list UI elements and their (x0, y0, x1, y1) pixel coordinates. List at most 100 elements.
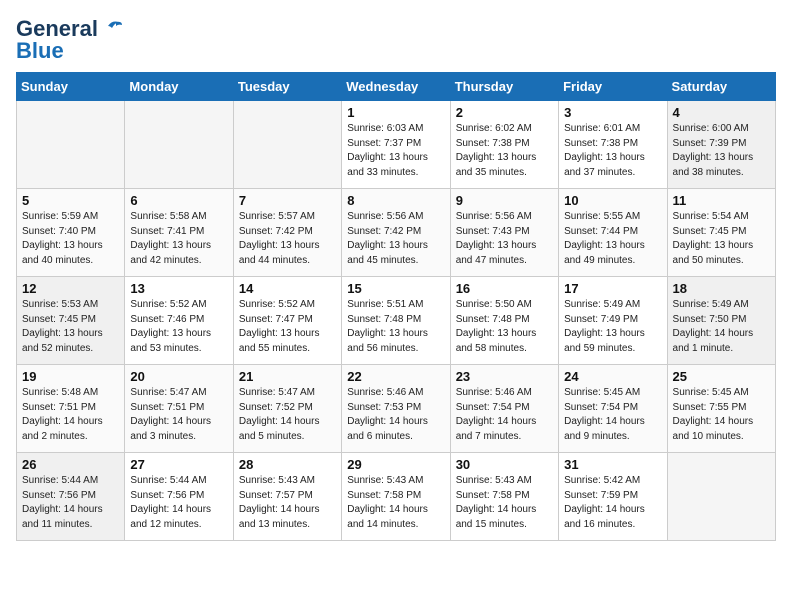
calendar-cell: 22 Sunrise: 5:46 AM Sunset: 7:53 PM Dayli… (342, 365, 450, 453)
calendar-cell: 26 Sunrise: 5:44 AM Sunset: 7:56 PM Dayli… (17, 453, 125, 541)
day-info: Sunrise: 5:59 AM Sunset: 7:40 PM Dayligh… (22, 210, 119, 268)
calendar-cell: 11Sunrise: 5:54 AM Sunset: 7:45 PM Dayli… (667, 189, 775, 277)
day-info: Sunrise: 5:54 AM Sunset: 7:45 PM Dayligh… (673, 210, 770, 268)
logo: General Blue (16, 16, 122, 64)
day-number: 14 (239, 281, 336, 296)
day-number: 18 (673, 281, 770, 296)
day-number: 4 (673, 105, 770, 120)
calendar-cell: 18 Sunrise: 5:49 AM Sunset: 7:50 PM Dayli… (667, 277, 775, 365)
calendar-cell: 24 Sunrise: 5:45 AM Sunset: 7:54 PM Dayli… (559, 365, 667, 453)
calendar-cell: 6 Sunrise: 5:58 AM Sunset: 7:41 PM Daylig… (125, 189, 233, 277)
calendar-cell: 9 Sunrise: 5:56 AM Sunset: 7:43 PM Daylig… (450, 189, 558, 277)
calendar-cell: 3 Sunrise: 6:01 AM Sunset: 7:38 PM Daylig… (559, 101, 667, 189)
calendar-cell (17, 101, 125, 189)
day-info: Sunrise: 5:43 AM Sunset: 7:58 PM Dayligh… (347, 474, 444, 532)
day-info: Sunrise: 5:48 AM Sunset: 7:51 PM Dayligh… (22, 386, 119, 444)
logo-blue: Blue (16, 38, 64, 64)
day-number: 19 (22, 369, 119, 384)
day-info: Sunrise: 6:00 AM Sunset: 7:39 PM Dayligh… (673, 122, 770, 180)
day-info: Sunrise: 5:46 AM Sunset: 7:54 PM Dayligh… (456, 386, 553, 444)
day-number: 9 (456, 193, 553, 208)
day-info: Sunrise: 5:50 AM Sunset: 7:48 PM Dayligh… (456, 298, 553, 356)
day-info: Sunrise: 5:43 AM Sunset: 7:58 PM Dayligh… (456, 474, 553, 532)
calendar-cell: 15 Sunrise: 5:51 AM Sunset: 7:48 PM Dayli… (342, 277, 450, 365)
day-info: Sunrise: 5:58 AM Sunset: 7:41 PM Dayligh… (130, 210, 227, 268)
calendar-cell: 14 Sunrise: 5:52 AM Sunset: 7:47 PM Dayli… (233, 277, 341, 365)
calendar-cell: 10 Sunrise: 5:55 AM Sunset: 7:44 PM Dayli… (559, 189, 667, 277)
calendar-cell: 4 Sunrise: 6:00 AM Sunset: 7:39 PM Daylig… (667, 101, 775, 189)
calendar-cell: 1Sunrise: 6:03 AM Sunset: 7:37 PM Daylig… (342, 101, 450, 189)
day-info: Sunrise: 5:51 AM Sunset: 7:48 PM Dayligh… (347, 298, 444, 356)
day-number: 3 (564, 105, 661, 120)
day-info: Sunrise: 5:55 AM Sunset: 7:44 PM Dayligh… (564, 210, 661, 268)
day-info: Sunrise: 5:44 AM Sunset: 7:56 PM Dayligh… (22, 474, 119, 532)
logo-bird-icon (100, 20, 122, 38)
day-number: 21 (239, 369, 336, 384)
day-info: Sunrise: 5:53 AM Sunset: 7:45 PM Dayligh… (22, 298, 119, 356)
day-info: Sunrise: 5:56 AM Sunset: 7:42 PM Dayligh… (347, 210, 444, 268)
calendar-cell: 12 Sunrise: 5:53 AM Sunset: 7:45 PM Dayli… (17, 277, 125, 365)
day-number: 6 (130, 193, 227, 208)
day-info: Sunrise: 6:02 AM Sunset: 7:38 PM Dayligh… (456, 122, 553, 180)
day-number: 23 (456, 369, 553, 384)
calendar-table: SundayMondayTuesdayWednesdayThursdayFrid… (16, 72, 776, 541)
calendar-cell: 31Sunrise: 5:42 AM Sunset: 7:59 PM Dayli… (559, 453, 667, 541)
day-number: 16 (456, 281, 553, 296)
day-number: 24 (564, 369, 661, 384)
col-header-friday: Friday (559, 73, 667, 101)
calendar-cell (233, 101, 341, 189)
calendar-header-row: SundayMondayTuesdayWednesdayThursdayFrid… (17, 73, 776, 101)
day-info: Sunrise: 5:46 AM Sunset: 7:53 PM Dayligh… (347, 386, 444, 444)
col-header-monday: Monday (125, 73, 233, 101)
col-header-saturday: Saturday (667, 73, 775, 101)
calendar-cell: 17Sunrise: 5:49 AM Sunset: 7:49 PM Dayli… (559, 277, 667, 365)
day-info: Sunrise: 5:49 AM Sunset: 7:50 PM Dayligh… (673, 298, 770, 356)
day-number: 5 (22, 193, 119, 208)
calendar-cell: 20 Sunrise: 5:47 AM Sunset: 7:51 PM Dayli… (125, 365, 233, 453)
day-number: 26 (22, 457, 119, 472)
day-number: 13 (130, 281, 227, 296)
calendar-cell: 16 Sunrise: 5:50 AM Sunset: 7:48 PM Dayli… (450, 277, 558, 365)
day-number: 29 (347, 457, 444, 472)
calendar-week-row: 1Sunrise: 6:03 AM Sunset: 7:37 PM Daylig… (17, 101, 776, 189)
page-header: General Blue (16, 16, 776, 64)
col-header-sunday: Sunday (17, 73, 125, 101)
calendar-week-row: 12 Sunrise: 5:53 AM Sunset: 7:45 PM Dayli… (17, 277, 776, 365)
day-number: 10 (564, 193, 661, 208)
day-info: Sunrise: 5:47 AM Sunset: 7:52 PM Dayligh… (239, 386, 336, 444)
col-header-tuesday: Tuesday (233, 73, 341, 101)
day-number: 25 (673, 369, 770, 384)
day-number: 22 (347, 369, 444, 384)
day-info: Sunrise: 5:52 AM Sunset: 7:47 PM Dayligh… (239, 298, 336, 356)
day-info: Sunrise: 5:56 AM Sunset: 7:43 PM Dayligh… (456, 210, 553, 268)
calendar-cell: 7Sunrise: 5:57 AM Sunset: 7:42 PM Daylig… (233, 189, 341, 277)
day-info: Sunrise: 5:57 AM Sunset: 7:42 PM Dayligh… (239, 210, 336, 268)
calendar-cell: 2 Sunrise: 6:02 AM Sunset: 7:38 PM Daylig… (450, 101, 558, 189)
calendar-week-row: 19 Sunrise: 5:48 AM Sunset: 7:51 PM Dayli… (17, 365, 776, 453)
calendar-cell: 29 Sunrise: 5:43 AM Sunset: 7:58 PM Dayli… (342, 453, 450, 541)
day-number: 20 (130, 369, 227, 384)
calendar-cell (667, 453, 775, 541)
day-info: Sunrise: 5:45 AM Sunset: 7:54 PM Dayligh… (564, 386, 661, 444)
day-number: 12 (22, 281, 119, 296)
calendar-cell: 21 Sunrise: 5:47 AM Sunset: 7:52 PM Dayli… (233, 365, 341, 453)
calendar-cell: 19 Sunrise: 5:48 AM Sunset: 7:51 PM Dayli… (17, 365, 125, 453)
calendar-cell: 25 Sunrise: 5:45 AM Sunset: 7:55 PM Dayli… (667, 365, 775, 453)
calendar-cell: 13Sunrise: 5:52 AM Sunset: 7:46 PM Dayli… (125, 277, 233, 365)
day-number: 15 (347, 281, 444, 296)
day-number: 1 (347, 105, 444, 120)
day-info: Sunrise: 5:45 AM Sunset: 7:55 PM Dayligh… (673, 386, 770, 444)
calendar-cell: 28Sunrise: 5:43 AM Sunset: 7:57 PM Dayli… (233, 453, 341, 541)
calendar-cell: 5 Sunrise: 5:59 AM Sunset: 7:40 PM Daylig… (17, 189, 125, 277)
day-info: Sunrise: 5:49 AM Sunset: 7:49 PM Dayligh… (564, 298, 661, 356)
day-info: Sunrise: 5:47 AM Sunset: 7:51 PM Dayligh… (130, 386, 227, 444)
day-info: Sunrise: 5:43 AM Sunset: 7:57 PM Dayligh… (239, 474, 336, 532)
day-info: Sunrise: 5:42 AM Sunset: 7:59 PM Dayligh… (564, 474, 661, 532)
col-header-thursday: Thursday (450, 73, 558, 101)
day-number: 2 (456, 105, 553, 120)
calendar-cell (125, 101, 233, 189)
col-header-wednesday: Wednesday (342, 73, 450, 101)
day-info: Sunrise: 6:01 AM Sunset: 7:38 PM Dayligh… (564, 122, 661, 180)
calendar-cell: 30Sunrise: 5:43 AM Sunset: 7:58 PM Dayli… (450, 453, 558, 541)
calendar-week-row: 26 Sunrise: 5:44 AM Sunset: 7:56 PM Dayli… (17, 453, 776, 541)
